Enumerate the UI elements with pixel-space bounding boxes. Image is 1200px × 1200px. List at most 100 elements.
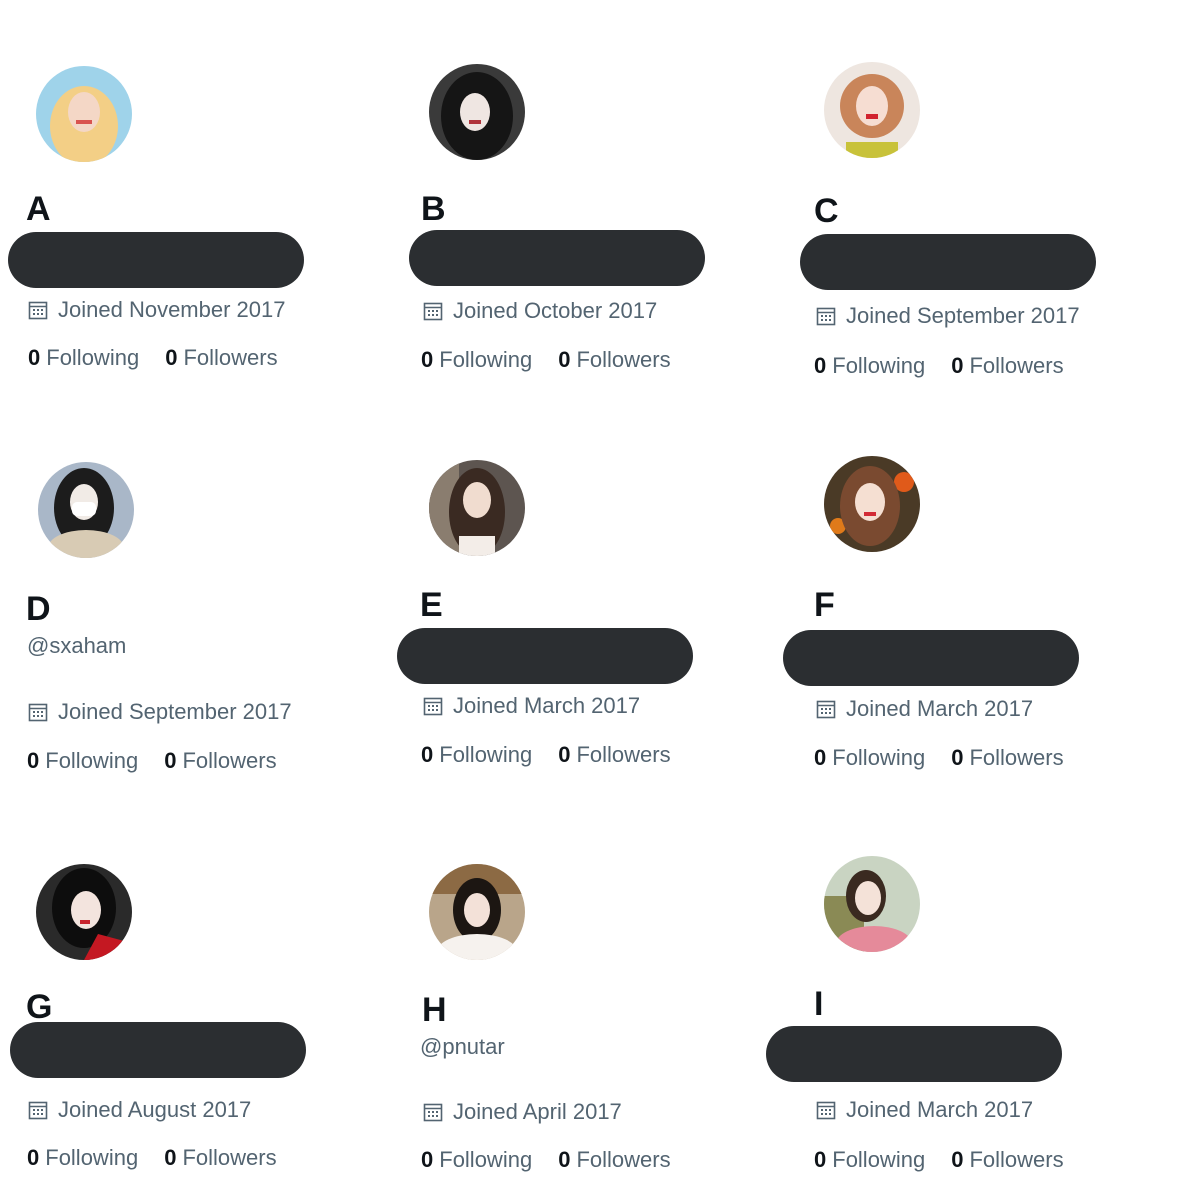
followers-link[interactable]: 0 Followers bbox=[558, 347, 670, 373]
following-count: 0 bbox=[27, 748, 40, 773]
followers-label: Followers bbox=[182, 748, 277, 773]
following-label: Following bbox=[832, 745, 926, 770]
following-link[interactable]: 0 Following bbox=[421, 742, 532, 768]
following-link[interactable]: 0 Following bbox=[814, 1147, 925, 1173]
followers-label: Followers bbox=[182, 1145, 277, 1170]
followers-link[interactable]: 0 Followers bbox=[164, 1145, 276, 1171]
following-link[interactable]: 0 Following bbox=[27, 748, 138, 774]
followers-count: 0 bbox=[164, 1145, 177, 1170]
followers-link[interactable]: 0 Followers bbox=[165, 345, 277, 371]
following-link[interactable]: 0 Following bbox=[27, 1145, 138, 1171]
followers-count: 0 bbox=[558, 742, 571, 767]
following-link[interactable]: 0 Following bbox=[28, 345, 139, 371]
avatar[interactable] bbox=[824, 62, 920, 158]
joined-date: Joined March 2017 bbox=[816, 1097, 1033, 1123]
followers-label: Followers bbox=[969, 353, 1064, 378]
following-count: 0 bbox=[814, 353, 827, 378]
joined-text: Joined March 2017 bbox=[846, 696, 1034, 721]
following-link[interactable]: 0 Following bbox=[421, 1147, 532, 1173]
profile-label: B bbox=[421, 190, 446, 228]
profile-label: G bbox=[26, 988, 53, 1026]
followers-count: 0 bbox=[951, 353, 964, 378]
redacted-name bbox=[800, 234, 1096, 290]
joined-date: Joined September 2017 bbox=[816, 303, 1080, 329]
calendar-icon bbox=[423, 696, 443, 716]
username-handle[interactable]: @sxaham bbox=[27, 633, 126, 659]
profile-card-e: E Joined March 2017 0 Following 0 Follower… bbox=[395, 400, 775, 790]
joined-text: Joined August 2017 bbox=[58, 1097, 252, 1122]
joined-date: Joined March 2017 bbox=[816, 696, 1033, 722]
followers-label: Followers bbox=[576, 347, 671, 372]
joined-text: Joined October 2017 bbox=[453, 298, 658, 323]
profile-label: D bbox=[26, 590, 51, 628]
avatar[interactable] bbox=[38, 462, 134, 558]
follow-stats: 0 Following 0 Followers bbox=[814, 1147, 1064, 1173]
followers-label: Followers bbox=[576, 742, 671, 767]
followers-label: Followers bbox=[576, 1147, 671, 1172]
profile-card-d: D @sxaham Joined September 2017 0 Followi… bbox=[0, 400, 380, 790]
redacted-name bbox=[10, 1022, 306, 1078]
profile-card-g: G Joined August 2017 0 Following 0 Followe… bbox=[0, 800, 380, 1190]
redacted-name bbox=[783, 630, 1079, 686]
calendar-icon bbox=[423, 301, 443, 321]
joined-text: Joined April 2017 bbox=[453, 1099, 622, 1124]
avatar[interactable] bbox=[429, 864, 525, 960]
followers-link[interactable]: 0 Followers bbox=[558, 1147, 670, 1173]
following-label: Following bbox=[439, 742, 533, 767]
followers-link[interactable]: 0 Followers bbox=[951, 353, 1063, 379]
calendar-icon bbox=[816, 1100, 836, 1120]
profile-label: E bbox=[420, 586, 443, 624]
followers-link[interactable]: 0 Followers bbox=[951, 745, 1063, 771]
calendar-icon bbox=[816, 699, 836, 719]
avatar[interactable] bbox=[824, 456, 920, 552]
profile-card-b: B Joined October 2017 0 Following 0 Follow… bbox=[395, 0, 775, 390]
followers-count: 0 bbox=[558, 347, 571, 372]
following-count: 0 bbox=[421, 742, 434, 767]
joined-date: Joined March 2017 bbox=[423, 693, 640, 719]
following-count: 0 bbox=[27, 1145, 40, 1170]
followers-label: Followers bbox=[969, 745, 1064, 770]
follow-stats: 0 Following 0 Followers bbox=[421, 742, 671, 768]
following-link[interactable]: 0 Following bbox=[814, 745, 925, 771]
profile-card-h: H @pnutar Joined April 2017 0 Following 0… bbox=[395, 800, 775, 1190]
joined-text: Joined March 2017 bbox=[846, 1097, 1034, 1122]
calendar-icon bbox=[28, 702, 48, 722]
redacted-name bbox=[409, 230, 705, 286]
avatar[interactable] bbox=[36, 864, 132, 960]
avatar[interactable] bbox=[824, 856, 920, 952]
profile-label: I bbox=[814, 985, 824, 1023]
followers-link[interactable]: 0 Followers bbox=[558, 742, 670, 768]
following-label: Following bbox=[832, 1147, 926, 1172]
following-link[interactable]: 0 Following bbox=[814, 353, 925, 379]
followers-count: 0 bbox=[951, 745, 964, 770]
follow-stats: 0 Following 0 Followers bbox=[27, 748, 277, 774]
redacted-name bbox=[766, 1026, 1062, 1082]
profile-label: H bbox=[422, 991, 447, 1029]
profile-card-f: F Joined March 2017 0 Following 0 Follower… bbox=[783, 400, 1170, 790]
profile-card-i: I Joined March 2017 0 Following 0 Follower… bbox=[766, 800, 1170, 1190]
followers-link[interactable]: 0 Followers bbox=[951, 1147, 1063, 1173]
follow-stats: 0 Following 0 Followers bbox=[28, 345, 278, 371]
followers-count: 0 bbox=[951, 1147, 964, 1172]
avatar[interactable] bbox=[36, 66, 132, 162]
username-handle[interactable]: @pnutar bbox=[420, 1034, 505, 1060]
follow-stats: 0 Following 0 Followers bbox=[421, 1147, 671, 1173]
following-label: Following bbox=[439, 1147, 533, 1172]
profile-label: C bbox=[814, 192, 839, 230]
avatar[interactable] bbox=[429, 460, 525, 556]
following-label: Following bbox=[45, 748, 139, 773]
calendar-icon bbox=[28, 300, 48, 320]
follow-stats: 0 Following 0 Followers bbox=[421, 347, 671, 373]
joined-date: Joined September 2017 bbox=[28, 699, 292, 725]
followers-link[interactable]: 0 Followers bbox=[164, 748, 276, 774]
calendar-icon bbox=[28, 1100, 48, 1120]
joined-date: Joined August 2017 bbox=[28, 1097, 251, 1123]
following-count: 0 bbox=[421, 1147, 434, 1172]
profile-label: A bbox=[26, 190, 51, 228]
followers-count: 0 bbox=[164, 748, 177, 773]
following-link[interactable]: 0 Following bbox=[421, 347, 532, 373]
following-label: Following bbox=[45, 1145, 139, 1170]
profile-label: F bbox=[814, 586, 835, 624]
avatar[interactable] bbox=[429, 64, 525, 160]
following-label: Following bbox=[832, 353, 926, 378]
